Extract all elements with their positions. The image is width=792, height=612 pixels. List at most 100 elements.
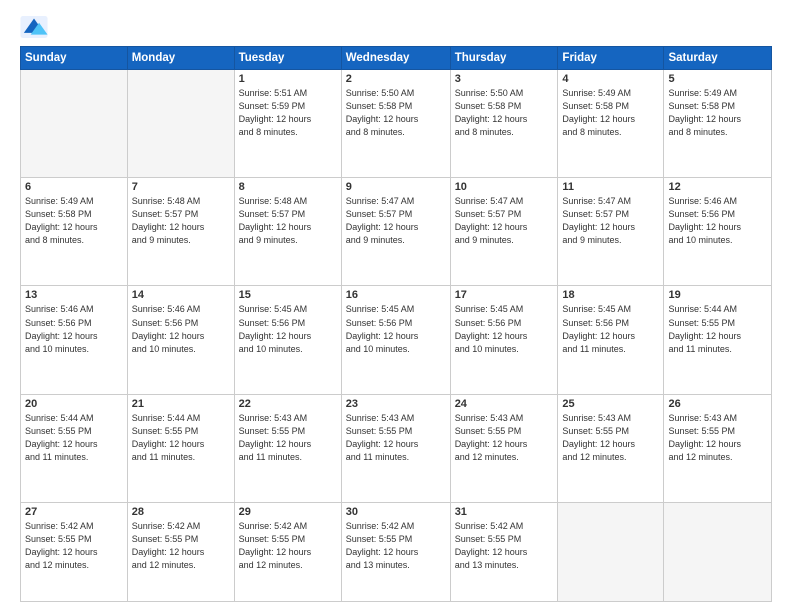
- calendar-cell: 12 Sunrise: 5:46 AM Sunset: 5:56 PM Dayli…: [664, 178, 772, 286]
- calendar-table: SundayMondayTuesdayWednesdayThursdayFrid…: [20, 46, 772, 602]
- calendar-cell: 19Sunrise: 5:44 AM Sunset: 5:55 PM Dayli…: [664, 286, 772, 394]
- calendar-cell: 1 Sunrise: 5:51 AM Sunset: 5:59 PM Daylig…: [234, 70, 341, 178]
- calendar-cell: 27 Sunrise: 5:42 AM Sunset: 5:55 PM Dayli…: [21, 502, 128, 601]
- calendar-cell: 7 Sunrise: 5:48 AM Sunset: 5:57 PM Daylig…: [127, 178, 234, 286]
- logo: [20, 16, 52, 38]
- day-number: 1: [239, 73, 337, 85]
- day-info: Sunrise: 5:50 AM Sunset: 5:58 PM Dayligh…: [455, 87, 554, 139]
- week-row-4: 27 Sunrise: 5:42 AM Sunset: 5:55 PM Dayli…: [21, 502, 772, 601]
- day-info: Sunrise: 5:50 AM Sunset: 5:58 PM Dayligh…: [346, 87, 446, 139]
- day-info: Sunrise: 5:42 AM Sunset: 5:55 PM Dayligh…: [132, 520, 230, 572]
- calendar-cell: 25Sunrise: 5:43 AM Sunset: 5:55 PM Dayli…: [558, 394, 664, 502]
- calendar-cell: 15Sunrise: 5:45 AM Sunset: 5:56 PM Dayli…: [234, 286, 341, 394]
- day-number: 21: [132, 398, 230, 410]
- week-row-3: 20 Sunrise: 5:44 AM Sunset: 5:55 PM Dayli…: [21, 394, 772, 502]
- day-number: 13: [25, 289, 123, 301]
- day-info: Sunrise: 5:44 AM Sunset: 5:55 PM Dayligh…: [132, 412, 230, 464]
- calendar-cell: 20 Sunrise: 5:44 AM Sunset: 5:55 PM Dayli…: [21, 394, 128, 502]
- calendar-cell: 3 Sunrise: 5:50 AM Sunset: 5:58 PM Daylig…: [450, 70, 558, 178]
- day-number: 20: [25, 398, 123, 410]
- day-info: Sunrise: 5:45 AM Sunset: 5:56 PM Dayligh…: [455, 303, 554, 355]
- calendar-cell: 9 Sunrise: 5:47 AM Sunset: 5:57 PM Daylig…: [341, 178, 450, 286]
- week-row-1: 6 Sunrise: 5:49 AM Sunset: 5:58 PM Daylig…: [21, 178, 772, 286]
- day-number: 19: [668, 289, 767, 301]
- day-info: Sunrise: 5:43 AM Sunset: 5:55 PM Dayligh…: [239, 412, 337, 464]
- day-number: 3: [455, 73, 554, 85]
- day-info: Sunrise: 5:45 AM Sunset: 5:56 PM Dayligh…: [346, 303, 446, 355]
- week-row-0: 1 Sunrise: 5:51 AM Sunset: 5:59 PM Daylig…: [21, 70, 772, 178]
- weekday-header-monday: Monday: [127, 47, 234, 70]
- day-info: Sunrise: 5:45 AM Sunset: 5:56 PM Dayligh…: [562, 303, 659, 355]
- weekday-header-thursday: Thursday: [450, 47, 558, 70]
- day-number: 9: [346, 181, 446, 193]
- calendar-cell: [558, 502, 664, 601]
- day-number: 7: [132, 181, 230, 193]
- calendar-cell: 23Sunrise: 5:43 AM Sunset: 5:55 PM Dayli…: [341, 394, 450, 502]
- day-number: 22: [239, 398, 337, 410]
- day-number: 12: [668, 181, 767, 193]
- day-number: 17: [455, 289, 554, 301]
- day-info: Sunrise: 5:47 AM Sunset: 5:57 PM Dayligh…: [346, 195, 446, 247]
- calendar-cell: 8 Sunrise: 5:48 AM Sunset: 5:57 PM Daylig…: [234, 178, 341, 286]
- day-info: Sunrise: 5:49 AM Sunset: 5:58 PM Dayligh…: [668, 87, 767, 139]
- day-info: Sunrise: 5:45 AM Sunset: 5:56 PM Dayligh…: [239, 303, 337, 355]
- calendar-cell: 4 Sunrise: 5:49 AM Sunset: 5:58 PM Daylig…: [558, 70, 664, 178]
- day-info: Sunrise: 5:42 AM Sunset: 5:55 PM Dayligh…: [455, 520, 554, 572]
- week-row-2: 13 Sunrise: 5:46 AM Sunset: 5:56 PM Dayli…: [21, 286, 772, 394]
- day-info: Sunrise: 5:43 AM Sunset: 5:55 PM Dayligh…: [455, 412, 554, 464]
- calendar-cell: 5 Sunrise: 5:49 AM Sunset: 5:58 PM Daylig…: [664, 70, 772, 178]
- day-number: 28: [132, 506, 230, 518]
- calendar-cell: 16 Sunrise: 5:45 AM Sunset: 5:56 PM Dayli…: [341, 286, 450, 394]
- day-number: 2: [346, 73, 446, 85]
- day-info: Sunrise: 5:46 AM Sunset: 5:56 PM Dayligh…: [668, 195, 767, 247]
- day-number: 10: [455, 181, 554, 193]
- day-info: Sunrise: 5:42 AM Sunset: 5:55 PM Dayligh…: [346, 520, 446, 572]
- calendar-cell: 30 Sunrise: 5:42 AM Sunset: 5:55 PM Dayli…: [341, 502, 450, 601]
- day-number: 24: [455, 398, 554, 410]
- day-info: Sunrise: 5:48 AM Sunset: 5:57 PM Dayligh…: [132, 195, 230, 247]
- logo-icon: [20, 16, 48, 38]
- day-number: 31: [455, 506, 554, 518]
- day-number: 8: [239, 181, 337, 193]
- weekday-header-friday: Friday: [558, 47, 664, 70]
- calendar-cell: 24 Sunrise: 5:43 AM Sunset: 5:55 PM Dayli…: [450, 394, 558, 502]
- day-info: Sunrise: 5:44 AM Sunset: 5:55 PM Dayligh…: [25, 412, 123, 464]
- calendar-cell: 29 Sunrise: 5:42 AM Sunset: 5:55 PM Dayli…: [234, 502, 341, 601]
- day-number: 18: [562, 289, 659, 301]
- day-info: Sunrise: 5:47 AM Sunset: 5:57 PM Dayligh…: [562, 195, 659, 247]
- weekday-header-wednesday: Wednesday: [341, 47, 450, 70]
- weekday-header-tuesday: Tuesday: [234, 47, 341, 70]
- calendar-cell: 31 Sunrise: 5:42 AM Sunset: 5:55 PM Dayli…: [450, 502, 558, 601]
- day-number: 23: [346, 398, 446, 410]
- day-info: Sunrise: 5:49 AM Sunset: 5:58 PM Dayligh…: [562, 87, 659, 139]
- calendar-cell: 11Sunrise: 5:47 AM Sunset: 5:57 PM Dayli…: [558, 178, 664, 286]
- header: [20, 16, 772, 38]
- day-number: 29: [239, 506, 337, 518]
- calendar-cell: 28 Sunrise: 5:42 AM Sunset: 5:55 PM Dayli…: [127, 502, 234, 601]
- calendar-cell: [127, 70, 234, 178]
- day-info: Sunrise: 5:46 AM Sunset: 5:56 PM Dayligh…: [132, 303, 230, 355]
- calendar-cell: 17 Sunrise: 5:45 AM Sunset: 5:56 PM Dayli…: [450, 286, 558, 394]
- day-info: Sunrise: 5:49 AM Sunset: 5:58 PM Dayligh…: [25, 195, 123, 247]
- day-number: 27: [25, 506, 123, 518]
- calendar-cell: 6 Sunrise: 5:49 AM Sunset: 5:58 PM Daylig…: [21, 178, 128, 286]
- weekday-header-sunday: Sunday: [21, 47, 128, 70]
- day-number: 5: [668, 73, 767, 85]
- day-info: Sunrise: 5:42 AM Sunset: 5:55 PM Dayligh…: [25, 520, 123, 572]
- day-info: Sunrise: 5:48 AM Sunset: 5:57 PM Dayligh…: [239, 195, 337, 247]
- day-number: 4: [562, 73, 659, 85]
- day-number: 16: [346, 289, 446, 301]
- day-info: Sunrise: 5:47 AM Sunset: 5:57 PM Dayligh…: [455, 195, 554, 247]
- calendar-cell: 22 Sunrise: 5:43 AM Sunset: 5:55 PM Dayli…: [234, 394, 341, 502]
- day-info: Sunrise: 5:51 AM Sunset: 5:59 PM Dayligh…: [239, 87, 337, 139]
- day-number: 25: [562, 398, 659, 410]
- day-number: 6: [25, 181, 123, 193]
- page: SundayMondayTuesdayWednesdayThursdayFrid…: [0, 0, 792, 612]
- calendar-cell: 13Sunrise: 5:46 AM Sunset: 5:56 PM Dayli…: [21, 286, 128, 394]
- day-info: Sunrise: 5:42 AM Sunset: 5:55 PM Dayligh…: [239, 520, 337, 572]
- calendar-cell: 26Sunrise: 5:43 AM Sunset: 5:55 PM Dayli…: [664, 394, 772, 502]
- day-number: 30: [346, 506, 446, 518]
- weekday-header-saturday: Saturday: [664, 47, 772, 70]
- day-info: Sunrise: 5:43 AM Sunset: 5:55 PM Dayligh…: [668, 412, 767, 464]
- calendar-cell: [664, 502, 772, 601]
